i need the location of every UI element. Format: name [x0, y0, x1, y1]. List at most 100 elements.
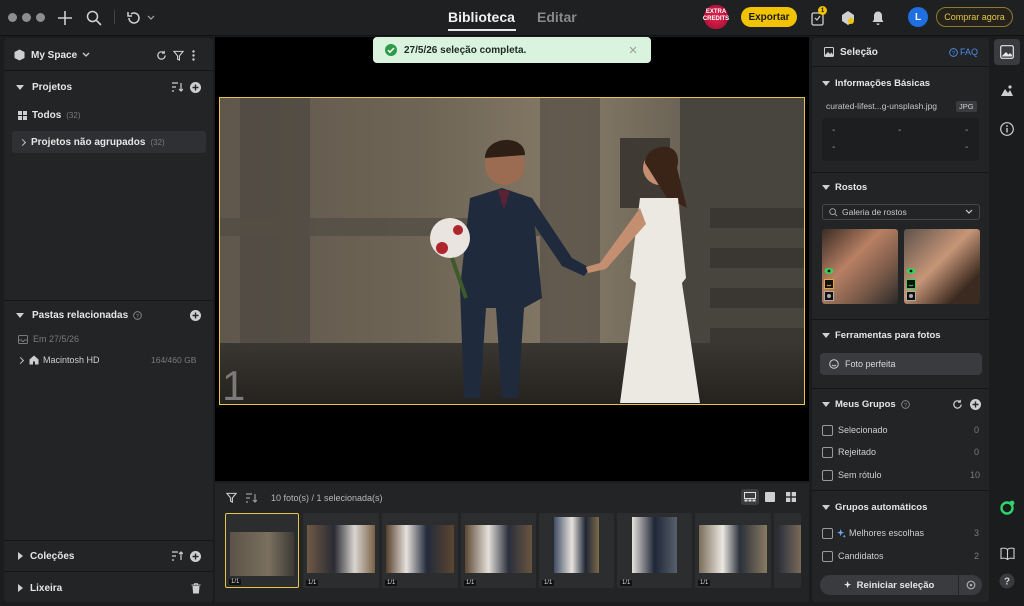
sidebar-item-all[interactable]: Todos (32)	[4, 108, 213, 122]
expand-caret-icon[interactable]	[18, 552, 23, 560]
house-icon	[29, 355, 39, 365]
chevron-down-icon[interactable]	[82, 52, 90, 58]
faq-link[interactable]: ? FAQ	[949, 47, 978, 57]
sort-icon[interactable]	[171, 551, 183, 561]
drive-item[interactable]: Macintosh HD 164/460 GB	[4, 353, 213, 367]
tab-editar[interactable]: Editar	[537, 9, 577, 25]
window-zoom-dot[interactable]	[36, 13, 45, 22]
photo-tools-header[interactable]: Ferramentas para fotos	[812, 328, 989, 342]
restart-selection-button[interactable]: Reiniciar seleção	[820, 575, 958, 595]
info-icon[interactable]	[994, 116, 1020, 142]
sort-icon[interactable]	[245, 493, 257, 503]
collections-header[interactable]: Coleções	[4, 549, 213, 563]
collapse-caret-icon[interactable]	[822, 504, 830, 510]
faces-dropdown[interactable]: Galeria de rostos	[822, 204, 980, 220]
add-icon[interactable]	[55, 8, 75, 28]
extra-credits-badge[interactable]: EXTRA CREDITS	[700, 5, 732, 29]
cube-icon	[14, 49, 25, 61]
undo-icon[interactable]	[124, 8, 144, 28]
book-icon[interactable]	[994, 540, 1020, 566]
help-icon[interactable]: ?	[133, 310, 142, 320]
space-title[interactable]: My Space	[31, 50, 77, 61]
search-icon[interactable]	[84, 8, 104, 28]
collapse-caret-icon[interactable]	[822, 184, 830, 190]
tab-biblioteca[interactable]: Biblioteca	[448, 9, 515, 25]
close-icon[interactable]	[629, 46, 637, 54]
perfect-photo-button[interactable]: Foto perfeita	[820, 353, 982, 375]
filmstrip-thumb[interactable]: 1/1	[461, 513, 536, 588]
main-photo[interactable]: 1	[219, 97, 805, 405]
filmstrip-thumb[interactable]: 1/1	[382, 513, 458, 588]
filmstrip-thumb[interactable]: 1/1	[303, 513, 379, 588]
avatar[interactable]: L	[908, 7, 928, 27]
all-label: Todos	[32, 109, 62, 121]
collapse-caret-icon[interactable]	[822, 401, 830, 407]
single-view-icon[interactable]	[765, 492, 775, 502]
trash-icon[interactable]	[191, 582, 201, 594]
filter-icon[interactable]	[173, 50, 184, 61]
auto-group-checkbox[interactable]	[822, 527, 833, 539]
auto-groups-header[interactable]: Grupos automáticos	[812, 500, 989, 514]
collapse-caret-icon[interactable]	[16, 312, 24, 318]
more-options-icon[interactable]	[192, 49, 195, 61]
grid-view-icon[interactable]	[786, 492, 796, 502]
help-icon[interactable]: ?	[900, 399, 910, 409]
add-group-icon[interactable]	[970, 398, 981, 410]
filter-icon[interactable]	[226, 492, 237, 503]
auto-group-checkbox[interactable]	[822, 550, 833, 562]
add-folder-icon[interactable]	[190, 309, 201, 321]
adjust-panel-icon[interactable]	[994, 78, 1020, 104]
filmstrip-thumb[interactable]: 1/1	[225, 513, 299, 588]
restart-settings-button[interactable]	[959, 575, 982, 595]
tasks-badge: 1	[818, 6, 827, 15]
related-folders-header[interactable]: Pastas relacionadas ?	[4, 308, 213, 322]
collapse-caret-icon[interactable]	[822, 332, 830, 338]
face-thumbnail-bride[interactable]	[904, 229, 980, 304]
group-item-rejected[interactable]: Rejeitado 0	[812, 445, 989, 459]
tray-icon	[18, 334, 28, 344]
buy-now-button[interactable]: Comprar agora	[936, 7, 1013, 27]
gear-icon	[966, 580, 976, 590]
sidebar-item-ungrouped[interactable]: Projetos não agrupados (32)	[12, 131, 206, 153]
window-close-dot[interactable]	[8, 13, 17, 22]
filmstrip-thumb[interactable]	[774, 513, 801, 588]
faces-dropdown-value: Galeria de rostos	[842, 207, 907, 217]
face-thumbnail-groom[interactable]	[822, 229, 898, 304]
rewards-icon[interactable]	[838, 8, 858, 28]
projects-header[interactable]: Projetos	[4, 80, 213, 94]
sync-icon[interactable]	[156, 50, 167, 61]
related-folders-title: Pastas relacionadas	[32, 309, 129, 321]
add-project-icon[interactable]	[190, 81, 201, 93]
filmstrip-thumb[interactable]: 1/1	[617, 513, 692, 588]
chevron-right-icon[interactable]	[18, 138, 27, 146]
progress-ring-icon[interactable]	[994, 495, 1020, 521]
export-button[interactable]: Exportar	[741, 7, 797, 27]
auto-group-item-candidates[interactable]: Candidatos 2	[812, 549, 989, 563]
filmstrip-view-icon[interactable]	[741, 489, 759, 505]
group-item-selected[interactable]: Selecionado 0	[812, 423, 989, 437]
filmstrip-thumb[interactable]: 1/1	[695, 513, 771, 588]
group-count: 0	[974, 447, 980, 457]
collapse-caret-icon[interactable]	[822, 80, 830, 86]
undo-history-chevron-icon[interactable]	[145, 8, 157, 28]
expand-caret-icon[interactable]	[18, 584, 23, 592]
my-groups-header[interactable]: Meus Grupos ?	[812, 397, 989, 411]
basic-info-header[interactable]: Informações Básicas	[812, 76, 989, 90]
refresh-icon[interactable]	[952, 399, 963, 410]
selection-panel-icon[interactable]	[994, 39, 1020, 65]
add-collection-icon[interactable]	[190, 550, 201, 562]
faces-header[interactable]: Rostos	[812, 180, 989, 194]
group-checkbox[interactable]	[822, 469, 833, 481]
auto-group-item-best[interactable]: Melhores escolhas 3	[812, 526, 989, 540]
trash-header[interactable]: Lixeira	[4, 581, 213, 595]
group-checkbox[interactable]	[822, 424, 833, 436]
filmstrip-thumb[interactable]: 1/1	[539, 513, 614, 588]
group-item-unlabeled[interactable]: Sem rótulo 10	[812, 468, 989, 482]
help-icon[interactable]: ?	[994, 568, 1020, 594]
sort-icon[interactable]	[171, 82, 183, 92]
bell-icon[interactable]	[868, 8, 888, 28]
chevron-right-icon[interactable]	[16, 356, 25, 364]
window-minimize-dot[interactable]	[22, 13, 31, 22]
group-checkbox[interactable]	[822, 446, 833, 458]
collapse-caret-icon[interactable]	[16, 84, 24, 90]
